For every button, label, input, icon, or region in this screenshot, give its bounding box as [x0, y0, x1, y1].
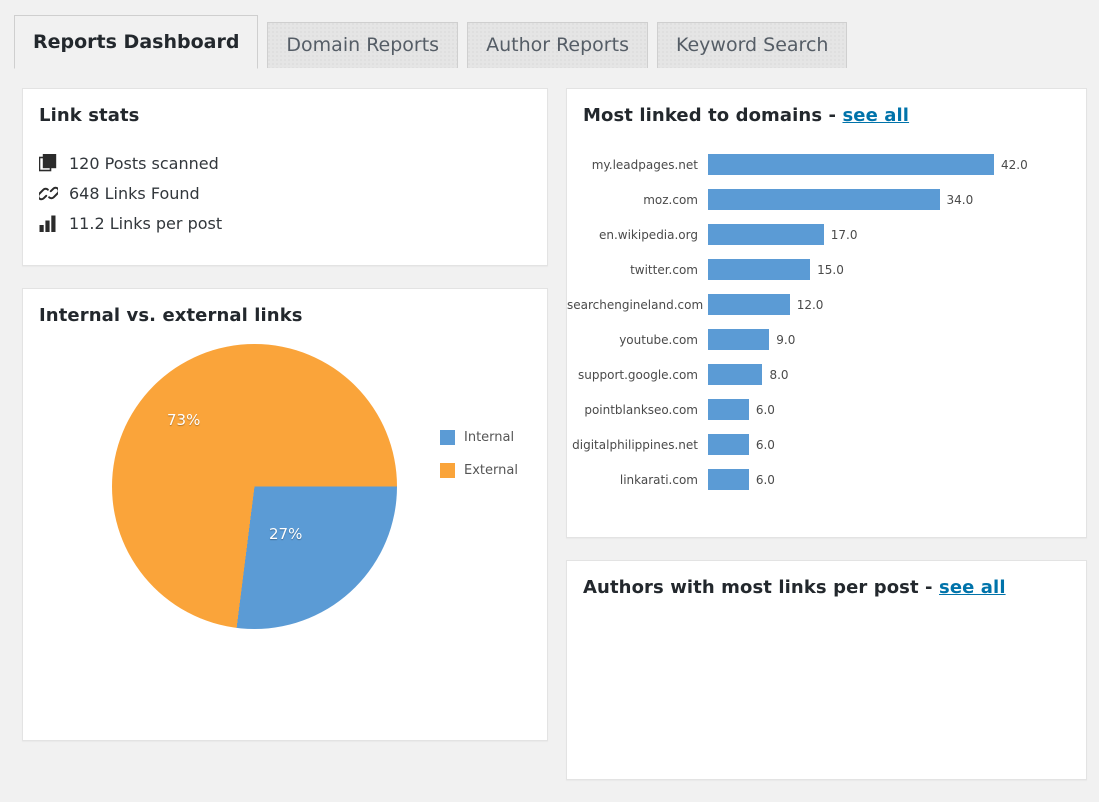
pie-slice-label-internal: 27% [269, 525, 303, 543]
bar-row: searchengineland.com 12.0 [567, 287, 1086, 322]
panel-title-authors: Authors with most links per post - see a… [567, 561, 1086, 598]
pie-chart [112, 344, 397, 629]
stat-row-links-found: 648 Links Found [39, 178, 547, 208]
panel-title-link-stats: Link stats [23, 89, 547, 126]
tab-reports-dashboard[interactable]: Reports Dashboard [14, 15, 259, 69]
tab-keyword-search[interactable]: Keyword Search [656, 22, 848, 68]
bar-track: 42.0 [708, 147, 1086, 182]
bar-category-label: my.leadpages.net [591, 157, 698, 172]
see-all-link-authors[interactable]: see all [939, 577, 1006, 598]
see-all-link-domains[interactable]: see all [842, 105, 909, 126]
left-column: Link stats 120 Posts scanned 648 Links F… [22, 88, 548, 763]
bar-category-label: en.wikipedia.org [598, 227, 698, 242]
bar-fill [708, 294, 790, 315]
bar-category-label: linkarati.com [619, 472, 698, 487]
tab-bar: Reports Dashboard Domain Reports Author … [0, 0, 1099, 69]
bar-value-label: 9.0 [776, 332, 796, 347]
panel-most-linked-domains: Most linked to domains - see all my.lead… [566, 88, 1087, 538]
bar-value-label: 17.0 [830, 227, 858, 242]
right-column: Most linked to domains - see all my.lead… [566, 88, 1087, 802]
bar-track: 12.0 [708, 287, 1086, 322]
bar-chart-icon [39, 215, 69, 232]
bar-track: 9.0 [708, 322, 1086, 357]
bar-category-label: twitter.com [630, 262, 698, 277]
legend-swatch-internal [440, 430, 455, 445]
bar-value-label: 6.0 [755, 472, 775, 487]
bar-category-label: youtube.com [619, 332, 698, 347]
stat-text: 120 Posts scanned [69, 153, 219, 173]
bar-value-label: 42.0 [1001, 157, 1028, 172]
panel-internal-vs-external: Internal vs. external links 73% 27% Inte… [22, 288, 548, 741]
panel-title-text: Authors with most links per post - [583, 577, 939, 598]
bar-row: twitter.com 15.0 [567, 252, 1086, 287]
bar-row: support.google.com 8.0 [567, 357, 1086, 392]
legend-item-internal: Internal [440, 421, 518, 454]
bar-value-label: 15.0 [817, 262, 844, 277]
bar-fill [708, 434, 749, 455]
bar-track: 15.0 [708, 252, 1086, 287]
stat-text: 648 Links Found [69, 183, 200, 203]
tab-label: Keyword Search [675, 34, 829, 56]
bar-fill [708, 259, 811, 280]
bar-row: en.wikipedia.org 17.0 [567, 217, 1086, 252]
link-chain-icon [39, 184, 69, 203]
bar-fill [708, 189, 940, 210]
bar-track: 6.0 [708, 462, 1086, 497]
bar-category-label: moz.com [643, 192, 698, 207]
domain-bar-chart: my.leadpages.net 42.0 moz.com 34.0 en.wikipe… [567, 147, 1086, 497]
posts-icon [39, 154, 69, 172]
tab-domain-reports[interactable]: Domain Reports [267, 22, 459, 68]
bar-fill [708, 364, 763, 385]
link-stats-list: 120 Posts scanned 648 Links Found 11.2 L… [39, 148, 547, 238]
panel-title-domains: Most linked to domains - see all [567, 89, 1086, 126]
bar-track: 17.0 [708, 217, 1086, 252]
bar-value-label: 6.0 [755, 402, 775, 417]
bar-fill [708, 224, 824, 245]
legend-label: Internal [464, 430, 515, 445]
stat-text: 11.2 Links per post [69, 213, 223, 233]
pie-chart-area: 73% 27% Internal External [23, 333, 547, 738]
bar-row: moz.com 34.0 [567, 182, 1086, 217]
bar-track: 8.0 [708, 357, 1086, 392]
tab-list: Reports Dashboard Domain Reports Author … [14, 13, 856, 69]
bar-track: 34.0 [708, 182, 1086, 217]
tab-author-reports[interactable]: Author Reports [467, 22, 648, 68]
bar-row: youtube.com 9.0 [567, 322, 1086, 357]
bar-fill [708, 154, 994, 175]
dashboard-content: Link stats 120 Posts scanned 648 Links F… [0, 68, 1099, 780]
tab-label: Domain Reports [286, 34, 440, 56]
panel-link-stats: Link stats 120 Posts scanned 648 Links F… [22, 88, 548, 266]
panel-title-text: Most linked to domains - [583, 105, 843, 126]
stat-row-posts-scanned: 120 Posts scanned [39, 148, 547, 178]
bar-category-label: support.google.com [578, 367, 698, 382]
panel-title-text: Internal vs. external links [39, 305, 303, 326]
bar-category-label: searchengineland.com [567, 297, 704, 312]
bar-row: pointblankseo.com 6.0 [567, 392, 1086, 427]
bar-fill [708, 469, 749, 490]
bar-track: 6.0 [708, 427, 1086, 462]
bar-track: 6.0 [708, 392, 1086, 427]
legend-label: External [464, 463, 518, 478]
panel-authors-most-links: Authors with most links per post - see a… [566, 560, 1087, 780]
legend-item-external: External [440, 454, 518, 487]
tab-label: Reports Dashboard [33, 30, 240, 53]
stat-row-links-per-post: 11.2 Links per post [39, 208, 547, 238]
bar-fill [708, 329, 770, 350]
bar-value-label: 6.0 [755, 437, 775, 452]
bar-value-label: 12.0 [796, 297, 824, 312]
legend-swatch-external [440, 463, 455, 478]
bar-category-label: pointblankseo.com [584, 402, 698, 417]
tab-label: Author Reports [486, 34, 629, 56]
bar-row: digitalphilippines.net 6.0 [567, 427, 1086, 462]
bar-category-label: digitalphilippines.net [572, 437, 698, 452]
bar-value-label: 8.0 [769, 367, 789, 382]
pie-slice-label-external: 73% [167, 411, 201, 429]
bar-fill [708, 399, 749, 420]
panel-title-pie: Internal vs. external links [23, 289, 547, 326]
bar-value-label: 34.0 [946, 192, 974, 207]
pie-legend: Internal External [440, 421, 518, 487]
bar-row: linkarati.com 6.0 [567, 462, 1086, 497]
bar-row: my.leadpages.net 42.0 [567, 147, 1086, 182]
panel-title-text: Link stats [39, 105, 140, 126]
